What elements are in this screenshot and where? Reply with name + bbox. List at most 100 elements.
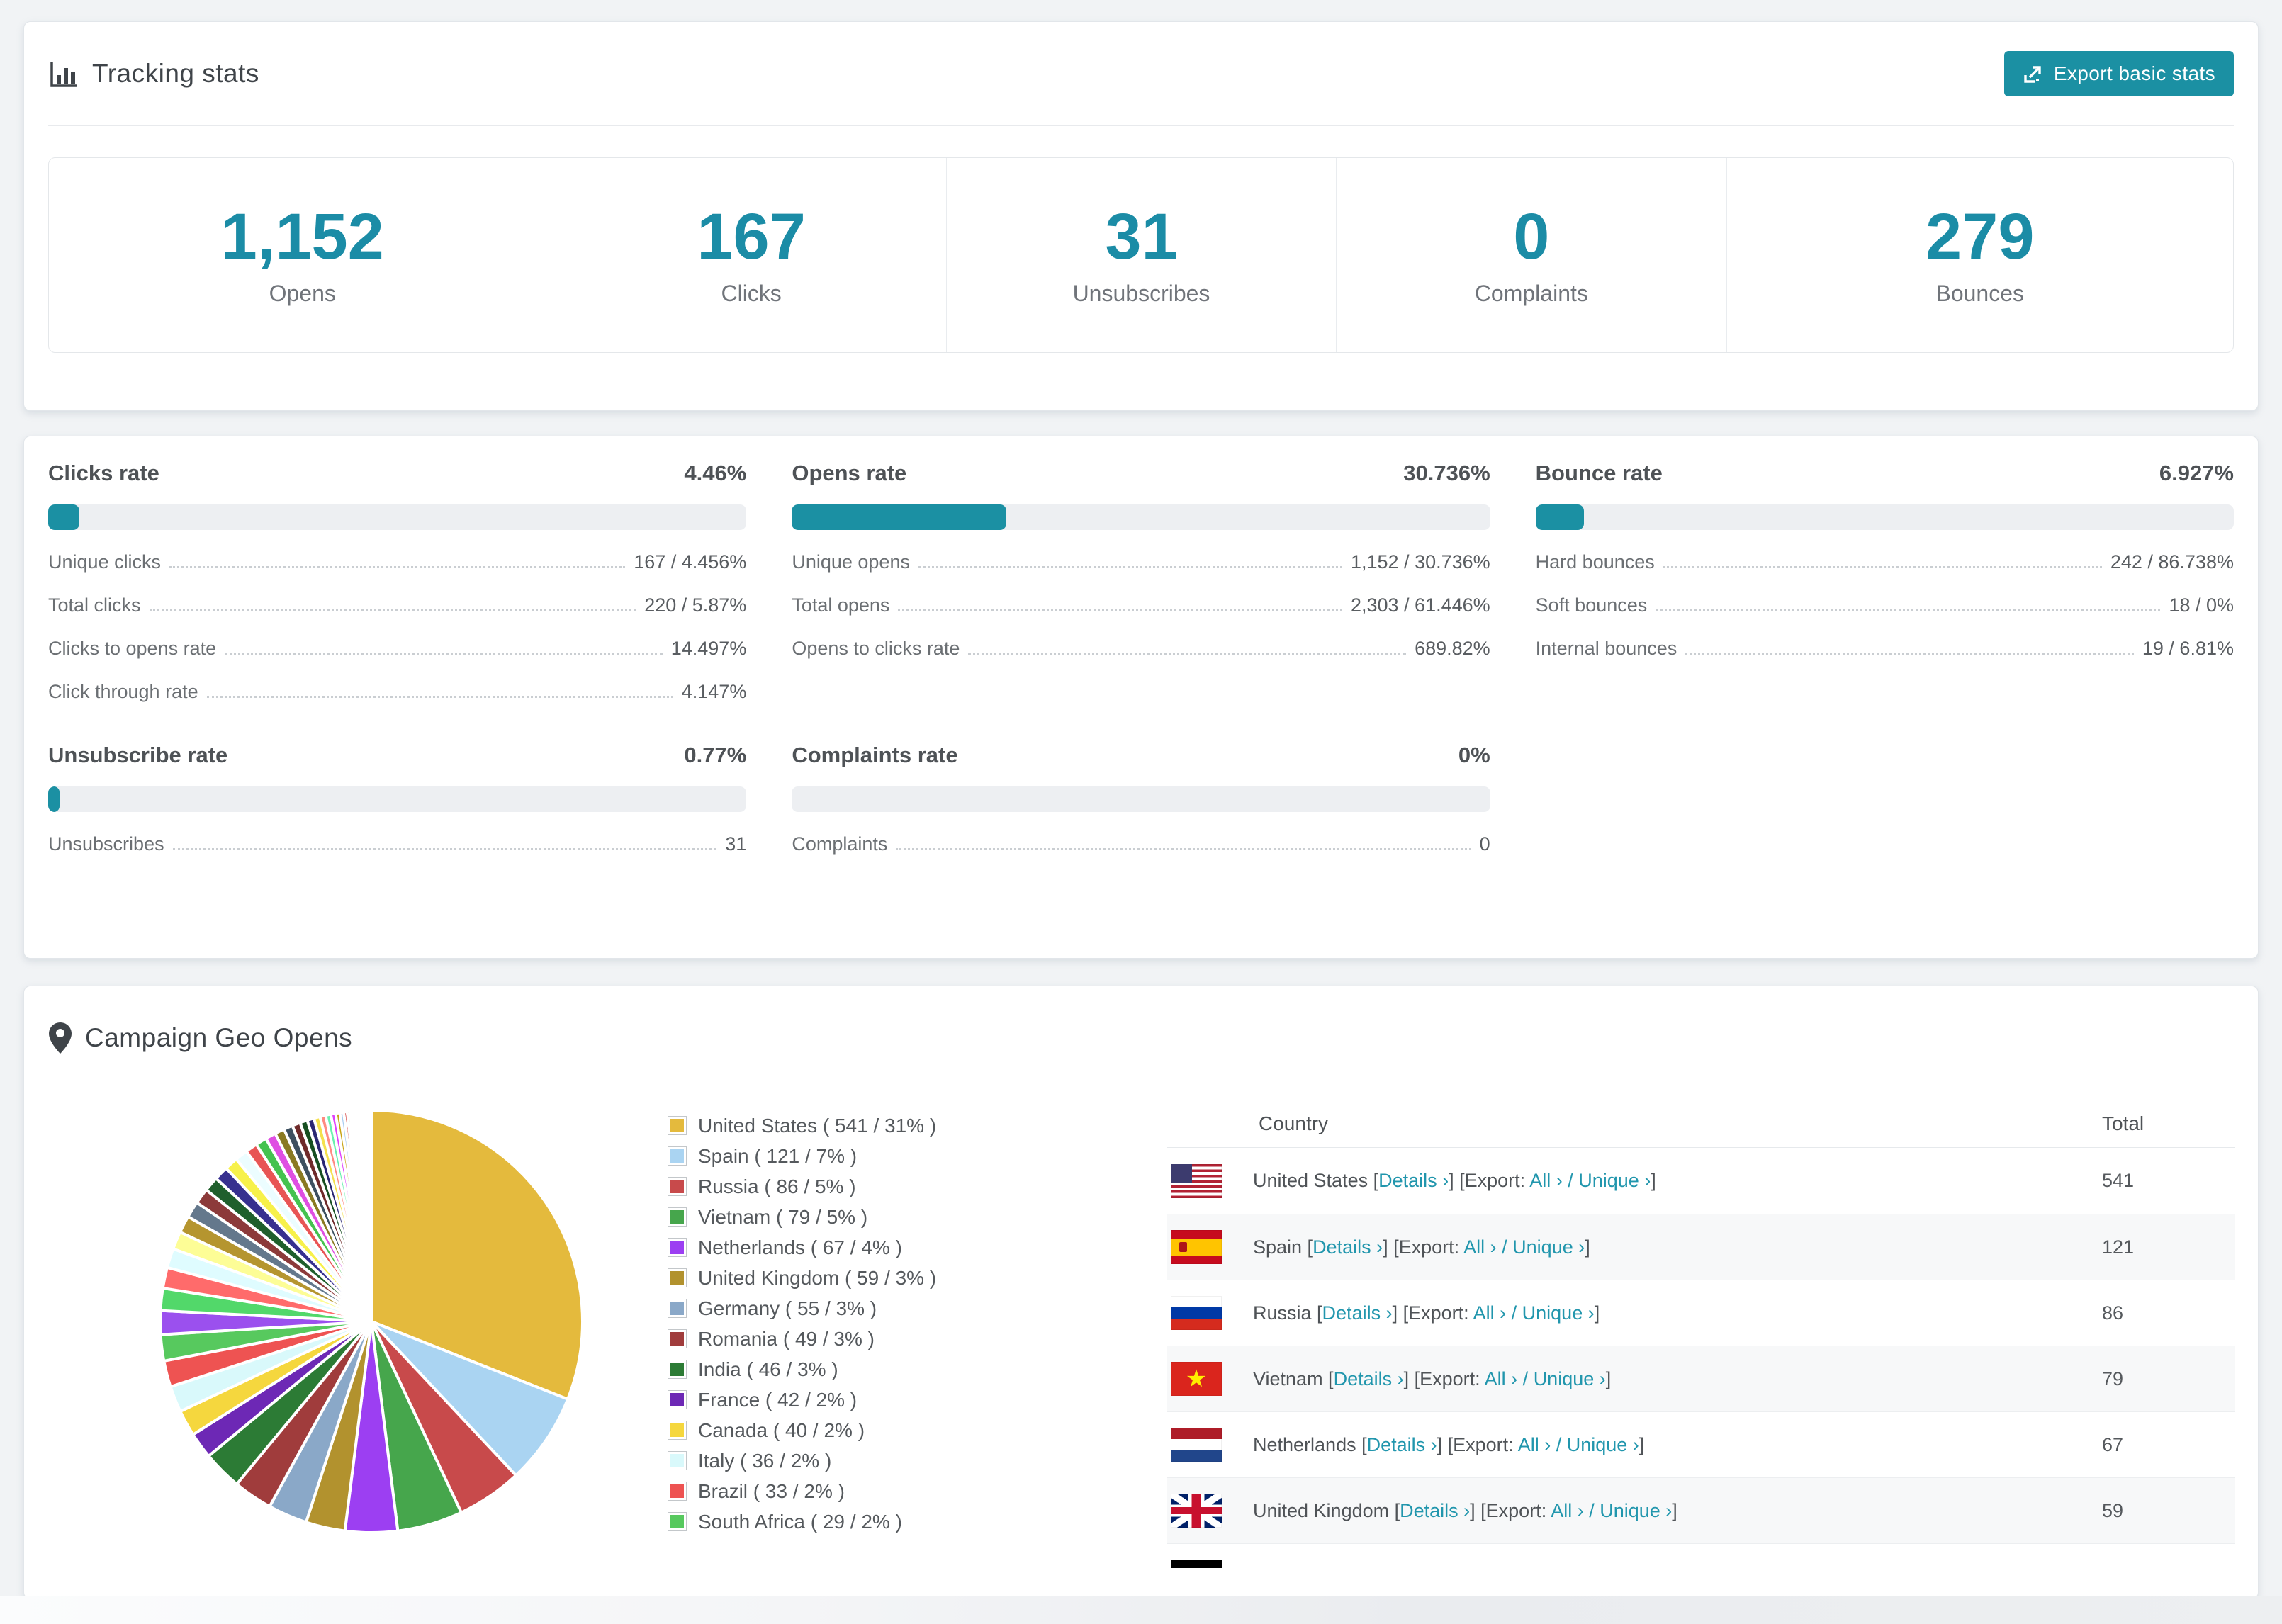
legend-label: Vietnam ( 79 / 5% ) [698,1205,868,1228]
export-unique-link[interactable]: Unique › [1522,1302,1595,1324]
export-all-link[interactable]: All › [1518,1434,1551,1455]
map-pin-icon [48,1022,72,1054]
details-link[interactable]: Details › [1322,1302,1393,1324]
rate-detail-value: 14.497% [670,638,747,659]
rate-detail-value: 19 / 6.81% [2142,638,2234,659]
table-text: ] [1605,1368,1612,1389]
rate-detail-row: Click through rate 4.147% [48,681,746,703]
export-all-link[interactable]: All › [1551,1500,1584,1521]
geo-table-row-russia: Russia [Details ›] [Export: All › / Uniq… [1167,1280,2235,1346]
export-all-link[interactable]: All › [1493,1566,1527,1569]
export-unique-link[interactable]: Unique › [1542,1566,1614,1569]
country-cell: United States [Details ›] [Export: All ›… [1167,1163,2102,1198]
export-unique-link[interactable]: Unique › [1578,1170,1651,1191]
rate-panel-value: 0% [1458,743,1490,767]
details-link[interactable]: Details › [1367,1434,1437,1455]
link-separator: / [1517,1368,1534,1389]
rate-detail-row: Internal bounces 19 / 6.81% [1536,638,2234,660]
rate-panel-value: 30.736% [1403,461,1490,485]
stat-label: Bounces [1935,280,2025,306]
export-unique-link[interactable]: Unique › [1600,1500,1672,1521]
dotted-leader [149,609,636,611]
export-basic-stats-button[interactable]: Export basic stats [2003,51,2234,96]
rate-detail-value: 689.82% [1415,638,1490,659]
rate-panel-title: Complaints rate [792,743,958,767]
legend-swatch [668,1177,687,1196]
header-divider [48,125,2234,126]
country-cell: Germany [Details ›] [Export: All › / Uni… [1167,1560,2102,1568]
legend-item-netherlands: Netherlands ( 67 / 4% ) [668,1232,936,1263]
export-all-link[interactable]: All › [1485,1368,1518,1389]
export-all-link[interactable]: All › [1473,1302,1507,1324]
rate-progress-fill [48,786,60,812]
total-cell: 86 [2102,1302,2124,1324]
dotted-leader [169,566,626,568]
rate-detail-label: Unsubscribes [48,833,164,855]
rate-detail-row: Total clicks 220 / 5.87% [48,594,746,616]
details-link[interactable]: Details › [1313,1236,1383,1258]
country-links: Germany [Details ›] [Export: All › / Uni… [1253,1566,1620,1569]
legend-label: Italy ( 36 / 2% ) [698,1449,832,1472]
export-icon [2023,63,2044,84]
country-links: United States [Details ›] [Export: All ›… [1253,1170,1656,1192]
dotted-leader [206,696,673,698]
rate-panel-value: 0.77% [684,743,747,767]
legend-item-india: India ( 46 / 3% ) [668,1354,936,1385]
stat-bounces: 279 Bounces [1726,158,2233,352]
rate-panel-value: 4.46% [684,461,747,485]
stat-label: Clicks [721,280,782,306]
dotted-leader [968,653,1407,655]
legend-swatch [668,1390,687,1409]
details-link[interactable]: Details › [1342,1566,1412,1569]
legend-item-russia: Russia ( 86 / 5% ) [668,1171,936,1202]
table-text: ] [Export: [1470,1499,1551,1521]
legend-swatch [668,1512,687,1531]
legend-label: Spain ( 121 / 7% ) [698,1144,858,1167]
country-cell: Vietnam [Details ›] [Export: All › / Uni… [1167,1362,2102,1396]
legend-swatch [668,1268,687,1287]
rates-card: Clicks rate 4.46% Unique clicks 167 / 4.456… [23,436,2259,959]
export-unique-link[interactable]: Unique › [1534,1368,1606,1389]
table-text: ] [1585,1236,1590,1258]
country-cell: Netherlands [Details ›] [Export: All › /… [1167,1428,2102,1462]
table-text: ] [1594,1302,1600,1324]
country-links: Russia [Details ›] [Export: All › / Uniq… [1253,1302,1600,1324]
country-cell: United Kingdom [Details ›] [Export: All … [1167,1494,2102,1528]
table-text: ] [1614,1566,1620,1569]
rate-panel-bounce-rate: Bounce rate 6.927% Hard bounces 242 / 86.73… [1535,461,2234,703]
details-link[interactable]: Details › [1400,1500,1470,1521]
united-kingdom-flag-icon [1171,1494,1222,1528]
rate-detail-label: Click through rate [48,681,198,702]
rate-detail-row: Unique clicks 167 / 4.456% [48,551,746,573]
stat-label: Unsubscribes [1072,280,1210,306]
rate-detail-label: Internal bounces [1535,638,1677,659]
legend-item-vietnam: Vietnam ( 79 / 5% ) [668,1202,936,1232]
legend-item-united-states: United States ( 541 / 31% ) [668,1110,936,1141]
export-unique-link[interactable]: Unique › [1567,1434,1639,1455]
rate-detail-label: Complaints [792,833,888,855]
stat-value: 167 [697,200,806,273]
details-link[interactable]: Details › [1334,1368,1404,1389]
rate-progress-bar [48,786,747,812]
rate-detail-label: Total clicks [48,594,141,616]
table-text: ] [Export: [1412,1566,1493,1569]
rate-progress-bar [792,786,1490,812]
export-all-link[interactable]: All › [1529,1170,1563,1191]
geo-table-row-spain: Spain [Details ›] [Export: All › / Uniqu… [1167,1214,2235,1280]
rates-grid: Clicks rate 4.46% Unique clicks 167 / 4.456… [48,461,2234,855]
legend-label: Russia ( 86 / 5% ) [698,1175,856,1197]
stat-opens: 1,152 Opens [49,158,556,352]
export-all-link[interactable]: All › [1463,1236,1497,1258]
legend-item-romania: Romania ( 49 / 3% ) [668,1324,936,1354]
table-text: ] [Export: [1392,1302,1473,1324]
export-unique-link[interactable]: Unique › [1512,1236,1585,1258]
table-text: Netherlands [ [1253,1433,1367,1455]
rate-progress-fill [48,504,79,530]
details-link[interactable]: Details › [1378,1170,1449,1191]
rate-detail-row: Clicks to opens rate 14.497% [48,638,746,660]
legend-swatch [668,1421,687,1440]
rate-progress-fill [1535,504,1584,530]
geo-body: United States ( 541 / 31% ) Spain ( 121 /… [24,1090,2258,1599]
summary-stats-row: 1,152 Opens 167 Clicks 31 Unsubscribes 0 Compla… [48,157,2234,353]
russia-flag-icon [1171,1296,1222,1330]
